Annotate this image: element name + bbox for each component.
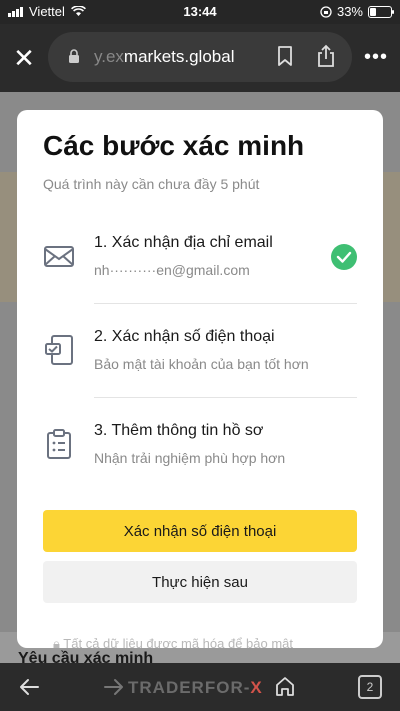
tabs-button[interactable]: 2 [358, 675, 382, 699]
url-text: y.exmarkets.global [94, 47, 235, 66]
step-title: 1. Xác nhận địa chỉ email [94, 234, 273, 251]
browser-toolbar: ✕ y.exmarkets.global ••• [0, 24, 400, 92]
battery-icon [368, 5, 394, 18]
lock-icon [69, 49, 79, 63]
status-bar: Viettel 13:44 33% [0, 0, 400, 24]
do-later-button[interactable]: Thực hiện sau [43, 561, 357, 603]
more-options-icon[interactable]: ••• [364, 46, 388, 69]
phone-verify-icon [45, 335, 73, 365]
home-icon[interactable] [274, 675, 296, 697]
step-description: nh··········en@gmail.com [94, 262, 250, 278]
check-icon [331, 244, 357, 270]
back-arrow-icon[interactable] [18, 677, 40, 697]
battery-percent: 33% [336, 4, 363, 19]
address-bar[interactable]: y.exmarkets.global [48, 32, 352, 82]
browser-bottom-bar: TRADERFOR-X 2 [0, 663, 400, 711]
step-phone[interactable]: 2. Xác nhận số điện thoại Bảo mật tài kh… [17, 304, 383, 398]
step-title: 2. Xác nhận số điện thoại [94, 328, 275, 345]
step-email[interactable]: 1. Xác nhận địa chỉ email nh··········en… [17, 210, 383, 304]
close-icon[interactable]: ✕ [10, 44, 38, 72]
bookmark-icon[interactable] [276, 46, 294, 66]
modal-title: Các bước xác minh [43, 130, 305, 161]
share-icon[interactable] [316, 44, 336, 68]
watermark-logo: TRADERFOR-X [128, 678, 263, 697]
lock-small-icon: 🔒︎ [53, 636, 64, 648]
step-description: Bảo mật tài khoản của bạn tốt hơn [94, 356, 309, 372]
verification-modal: Các bước xác minh Quá trình này cần chưa… [17, 110, 383, 648]
step-profile[interactable]: 3. Thêm thông tin hồ sơ Nhận trải nghiệm… [17, 398, 383, 492]
envelope-icon [44, 246, 74, 267]
step-title: 3. Thêm thông tin hồ sơ [94, 422, 264, 439]
forward-arrow-icon[interactable] [103, 677, 125, 697]
orientation-lock-icon [320, 5, 332, 18]
modal-subtitle: Quá trình này cần chưa đầy 5 phút [43, 176, 260, 192]
clipboard-icon [47, 429, 71, 459]
step-description: Nhận trải nghiệm phù hợp hơn [94, 450, 286, 466]
footer-note: 🔒︎ Tất cả dữ liệu được mã hóa để bảo mật [53, 636, 293, 648]
verify-phone-button[interactable]: Xác nhận số điện thoại [43, 510, 357, 552]
